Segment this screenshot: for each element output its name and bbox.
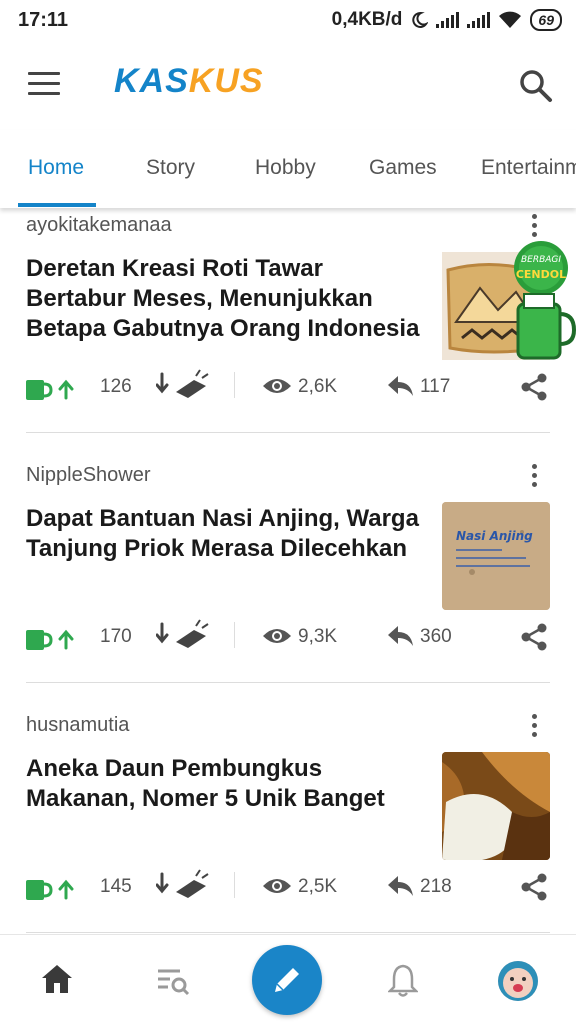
share-icon[interactable]	[520, 372, 548, 402]
leaf-wrapped-food-image	[442, 752, 550, 860]
action-separator	[234, 622, 235, 648]
status-bar: 17:11 0,4KB/d 69	[0, 0, 576, 40]
more-options-icon[interactable]	[528, 214, 540, 240]
kaskus-logo[interactable]: KASKUS	[114, 62, 264, 101]
home-icon[interactable]	[40, 963, 74, 995]
thread-author[interactable]: husnamutia	[26, 714, 129, 737]
status-time: 17:11	[18, 8, 69, 31]
tab-games[interactable]: Games	[369, 156, 437, 180]
thread-title[interactable]: Aneka Daun Pembungkus Makanan, Nomer 5 U…	[26, 754, 426, 814]
bata-downvote-icon[interactable]	[156, 868, 210, 902]
upvote-count: 126	[100, 376, 132, 397]
reply-icon[interactable]	[386, 624, 414, 648]
pencil-icon	[275, 968, 299, 992]
thread-divider	[26, 682, 550, 683]
search-icon[interactable]	[518, 68, 554, 104]
upvote-count: 170	[100, 626, 132, 647]
thread-title[interactable]: Dapat Bantuan Nasi Anjing, Warga Tanjung…	[26, 504, 426, 564]
network-speed: 0,4KB/d	[331, 9, 403, 30]
notification-bell-icon[interactable]	[388, 963, 418, 997]
signal-icon-2	[467, 12, 491, 28]
cendol-upvote-icon[interactable]	[24, 622, 74, 654]
views-eye-icon	[263, 879, 291, 893]
reply-icon[interactable]	[386, 374, 414, 398]
thread-title[interactable]: Deretan Kreasi Roti Tawar Bertabur Meses…	[26, 254, 426, 344]
thread-actions: 145 2,5K 218	[0, 868, 576, 908]
tab-home[interactable]: Home	[28, 156, 84, 180]
reply-icon[interactable]	[386, 874, 414, 898]
logo-part-1: KAS	[114, 62, 189, 100]
battery-indicator: 69	[530, 9, 562, 31]
active-tab-indicator	[18, 203, 96, 207]
action-separator	[234, 872, 235, 898]
bata-downvote-icon[interactable]	[156, 368, 210, 402]
create-post-button[interactable]	[252, 945, 322, 1015]
thread-author[interactable]: NippleShower	[26, 464, 151, 487]
thread-actions: 126 2,6K 117	[0, 368, 576, 408]
views-eye-icon	[263, 629, 291, 643]
thread-author[interactable]: ayokitakemanaa	[26, 214, 172, 237]
more-options-icon[interactable]	[528, 464, 540, 490]
bata-downvote-icon[interactable]	[156, 618, 210, 652]
thread-card[interactable]: husnamutia Aneka Daun Pembungkus Makanan…	[0, 708, 576, 934]
feed-search-icon[interactable]	[156, 965, 190, 997]
upvote-count: 145	[100, 876, 132, 897]
cendol-upvote-icon[interactable]	[24, 372, 74, 404]
reply-count: 218	[420, 876, 452, 897]
thread-thumbnail[interactable]: Nasi Anjing	[442, 502, 550, 610]
thread-divider	[26, 932, 550, 933]
view-count: 9,3K	[298, 626, 338, 647]
tab-hobby[interactable]: Hobby	[255, 156, 316, 180]
thread-feed: ayokitakemanaa Deretan Kreasi Roti Tawar…	[0, 208, 576, 934]
action-separator	[234, 372, 235, 398]
thread-actions: 170 9,3K 360	[0, 618, 576, 658]
nasi-anjing-image: Nasi Anjing	[442, 502, 550, 610]
share-icon[interactable]	[520, 872, 548, 902]
view-count: 2,6K	[298, 376, 338, 397]
wifi-icon	[499, 11, 522, 28]
logo-part-2: KUS	[188, 62, 264, 100]
bottom-navigation	[0, 934, 576, 1024]
status-right: 0,4KB/d 69	[332, 9, 562, 31]
more-options-icon[interactable]	[528, 714, 540, 740]
views-eye-icon	[263, 379, 291, 393]
signal-icon	[436, 12, 460, 28]
category-tabs: Home Story Hobby Games Entertainm	[0, 130, 576, 208]
share-icon[interactable]	[520, 622, 548, 652]
thread-divider	[26, 432, 550, 433]
thread-thumbnail[interactable]: BERBAGI CENDOL	[442, 241, 576, 360]
thread-card[interactable]: ayokitakemanaa Deretan Kreasi Roti Tawar…	[0, 208, 576, 458]
berbagi-cendol-badge: BERBAGI CENDOL	[514, 241, 576, 360]
moon-icon	[412, 11, 429, 28]
profile-avatar[interactable]	[498, 961, 538, 1001]
tab-entertainment[interactable]: Entertainm	[481, 156, 576, 180]
app-bar: KASKUS	[0, 40, 576, 130]
cendol-upvote-icon[interactable]	[24, 872, 74, 904]
view-count: 2,5K	[298, 876, 338, 897]
thumb-text: Nasi Anjing	[456, 529, 533, 543]
hamburger-menu-icon[interactable]	[28, 72, 60, 96]
reply-count: 360	[420, 626, 452, 647]
reply-count: 117	[420, 376, 451, 397]
thread-thumbnail[interactable]	[442, 752, 550, 860]
thread-card[interactable]: NippleShower Dapat Bantuan Nasi Anjing, …	[0, 458, 576, 708]
avatar-image	[498, 961, 538, 1001]
badge-line-2: CENDOL	[516, 268, 566, 281]
tab-story[interactable]: Story	[146, 156, 195, 180]
badge-line-1: BERBAGI	[521, 255, 561, 265]
